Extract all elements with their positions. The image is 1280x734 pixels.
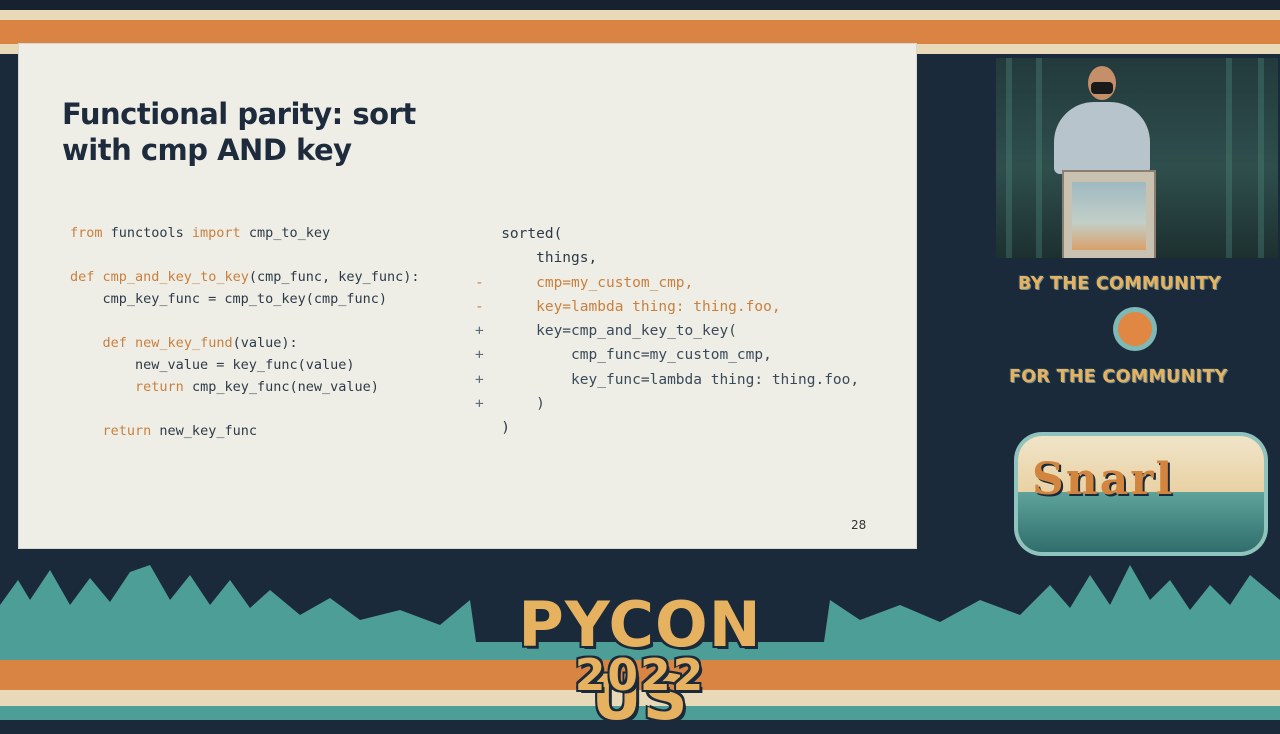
pycon-us-2022-logo: PYCON US 2022 bbox=[466, 588, 814, 734]
diff-code-text: key=lambda thing: thing.foo, bbox=[501, 298, 781, 315]
code-text: functools bbox=[102, 225, 192, 241]
top-border-orange bbox=[0, 20, 1280, 44]
curtain-fold bbox=[1006, 58, 1012, 258]
diff-line: + key=cmp_and_key_to_key( bbox=[475, 319, 859, 343]
code-keyword: def bbox=[70, 269, 95, 285]
diff-code-text: things, bbox=[501, 250, 598, 267]
code-text: (value): bbox=[232, 335, 298, 351]
by-the-community-text: BY THE COMMUNITY bbox=[1018, 274, 1222, 294]
speaker-body bbox=[1054, 102, 1150, 174]
diff-sign bbox=[475, 250, 484, 266]
diff-line: + key_func=lambda thing: thing.foo, bbox=[475, 368, 859, 392]
curtain-fold bbox=[1036, 58, 1042, 258]
code-keyword: return bbox=[102, 423, 152, 439]
diff-line: sorted( bbox=[475, 222, 859, 246]
diff-code-text: ) bbox=[501, 420, 510, 437]
diff-code-text: key=cmp_and_key_to_key( bbox=[501, 323, 737, 340]
code-keyword: return bbox=[135, 379, 184, 395]
code-text: new_value = key_func(value) bbox=[70, 357, 355, 373]
diff-sign: + bbox=[475, 396, 484, 413]
code-line: from functools import cmp_to_key bbox=[70, 222, 420, 244]
diff-line: things, bbox=[475, 246, 859, 270]
diff-line: + ) bbox=[475, 392, 859, 416]
code-block-right-diff: sorted( things, - cmp=my_custom_cmp, - key… bbox=[475, 222, 859, 441]
diff-code-text: cmp_func=my_custom_cmp, bbox=[501, 347, 772, 364]
code-keyword: from bbox=[70, 225, 103, 241]
code-function-name: cmp_and_key_to_key bbox=[102, 269, 249, 285]
diff-sign bbox=[475, 420, 484, 436]
diff-sign bbox=[475, 226, 484, 242]
diff-line: ) bbox=[475, 416, 859, 440]
code-line: cmp_key_func = cmp_to_key(cmp_func) bbox=[70, 288, 420, 310]
code-line: new_value = key_func(value) bbox=[70, 354, 420, 376]
pycon-logo-year: 2022 bbox=[574, 650, 706, 701]
diff-code-text: cmp=my_custom_cmp, bbox=[501, 274, 694, 291]
diff-sign: + bbox=[475, 347, 484, 364]
speaker-mask bbox=[1091, 82, 1113, 94]
diff-sign: + bbox=[475, 371, 484, 388]
top-border-dark bbox=[0, 0, 1280, 10]
slide-title: Functional parity: sort with cmp AND key bbox=[62, 97, 416, 167]
diff-code-text: key_func=lambda thing: thing.foo, bbox=[501, 371, 860, 388]
code-text: new_key_func bbox=[151, 423, 257, 439]
diff-code-text: ) bbox=[501, 396, 545, 413]
code-keyword: import bbox=[191, 225, 241, 241]
code-text: (cmp_func, key_func): bbox=[248, 269, 420, 285]
diff-sign: - bbox=[475, 298, 484, 315]
code-text: cmp_key_func(new_value) bbox=[183, 379, 379, 395]
presentation-slide: Functional parity: sort with cmp AND key… bbox=[19, 44, 916, 548]
code-line: return new_key_func bbox=[70, 420, 420, 442]
slide-page-number: 28 bbox=[851, 518, 867, 532]
curtain-fold bbox=[1258, 58, 1264, 258]
code-line: return cmp_key_func(new_value) bbox=[70, 376, 420, 398]
code-text: cmp_to_key bbox=[240, 225, 331, 241]
speaker-video bbox=[996, 58, 1278, 258]
code-block-left: from functools import cmp_to_key def cmp… bbox=[70, 222, 420, 442]
code-text: cmp_key_func = cmp_to_key(cmp_func) bbox=[70, 291, 387, 307]
snake-mountain-badge: Snarl bbox=[1018, 436, 1264, 552]
code-line: def new_key_fund(value): bbox=[70, 332, 420, 354]
code-line: def cmp_and_key_to_key(cmp_func, key_fun… bbox=[70, 266, 420, 288]
podium bbox=[1062, 170, 1156, 258]
badge-lettering: Snarl bbox=[1032, 454, 1175, 505]
diff-line: - cmp=my_custom_cmp, bbox=[475, 271, 859, 295]
for-the-community-text: FOR THE COMMUNITY bbox=[1009, 367, 1228, 387]
diff-sign: - bbox=[475, 274, 484, 291]
sun-dot-icon bbox=[1118, 312, 1152, 346]
top-border-cream bbox=[0, 10, 1280, 20]
diff-code-text: sorted( bbox=[501, 226, 563, 242]
curtain-fold bbox=[1226, 58, 1232, 258]
code-function-name: new_key_fund bbox=[135, 335, 233, 351]
diff-line: - key=lambda thing: thing.foo, bbox=[475, 295, 859, 319]
diff-sign: + bbox=[475, 323, 484, 340]
diff-line: + cmp_func=my_custom_cmp, bbox=[475, 343, 859, 367]
code-keyword: def bbox=[102, 335, 127, 351]
